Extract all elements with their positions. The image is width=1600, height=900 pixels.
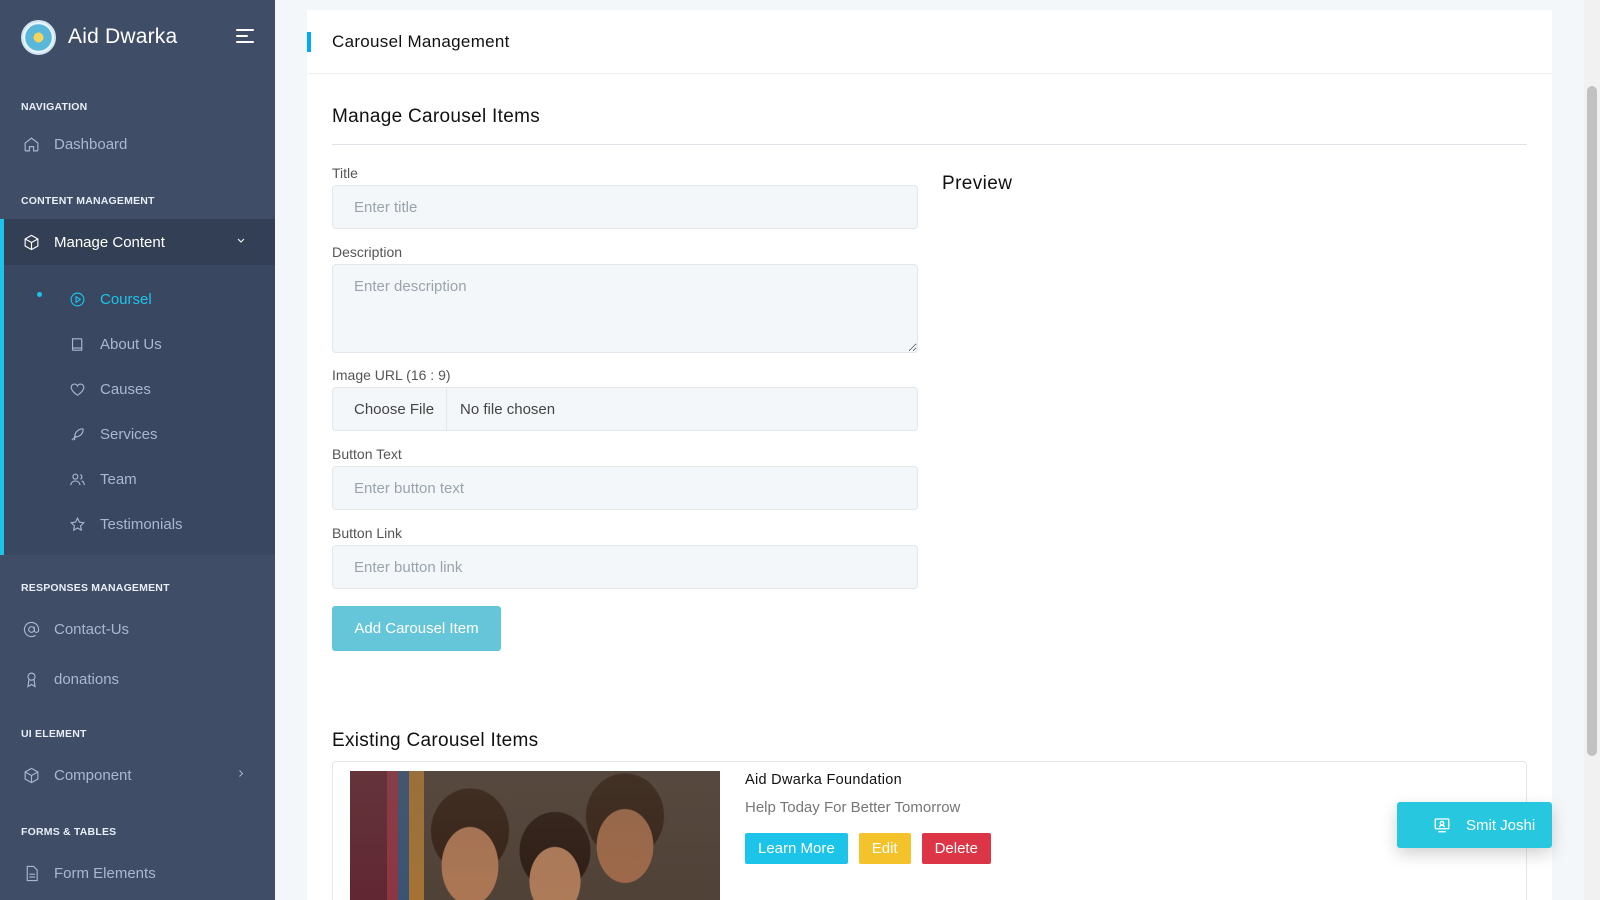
sidebar-item-label: Contact-Us [54,620,130,638]
sidebar-item-manage-content[interactable]: Manage Content [4,219,275,265]
learn-more-button[interactable]: Learn More [745,833,848,864]
sidebar-item-component[interactable]: Component [0,752,275,798]
sidebar-item-label: Services [100,426,158,443]
brand-logo [21,19,56,55]
book-icon [69,336,87,354]
sidebar-item-team[interactable]: Team [4,457,275,502]
title-input[interactable] [332,185,918,229]
description-textarea[interactable] [332,264,918,353]
sidebar-item-contact-us[interactable]: Contact-Us [0,606,275,652]
sidebar-item-coursel[interactable]: Coursel [4,277,275,322]
chevron-down-icon [235,234,247,251]
user-chip[interactable]: Smit Joshi [1397,802,1552,848]
nav-caption-ui-element: UI ELEMENT [21,728,87,740]
file-text-icon [22,864,40,882]
description-label: Description [332,244,403,260]
star-icon [69,516,87,534]
sidebar-item-label: Coursel [100,291,152,308]
carousel-item-title: Aid Dwarka Foundation [745,772,903,788]
carousel-item-card: Aid Dwarka Foundation Help Today For Bet… [332,761,1527,900]
image-file-input[interactable]: Choose File No file chosen [332,387,918,431]
button-text-label: Button Text [332,446,402,462]
chevron-right-icon [235,767,247,784]
scrollbar[interactable] [1584,0,1600,900]
carousel-management-card: Carousel Management Manage Carousel Item… [307,10,1552,900]
button-link-input[interactable] [332,545,918,589]
button-text-input[interactable] [332,466,918,510]
active-dot [37,292,42,297]
sidebar-item-label: About Us [100,336,162,353]
menu-toggle-icon[interactable] [236,29,254,43]
delete-button[interactable]: Delete [921,833,991,864]
preview-title: Preview [942,173,1013,194]
sidebar-item-label: Form Elements [54,864,156,882]
sidebar-item-testimonials[interactable]: Testimonials [4,502,275,547]
at-sign-icon [22,620,40,638]
sidebar-item-label: Manage Content [54,233,165,251]
box-icon [22,766,40,784]
section-title: Manage Carousel Items [332,106,541,127]
sidebar-item-donations[interactable]: donations [0,656,275,702]
existing-items-title: Existing Carousel Items [332,730,539,751]
carousel-item-description: Help Today For Better Tomorrow [745,799,961,816]
sidebar-item-label: donations [54,670,120,688]
brand[interactable]: Aid Dwarka [0,0,275,74]
sidebar-item-label: Causes [100,381,151,398]
divider [332,144,1527,145]
image-url-label: Image URL (16 : 9) [332,367,451,383]
sidebar-item-form-elements[interactable]: Form Elements [0,850,275,896]
button-link-label: Button Link [332,525,403,541]
sidebar-item-about-us[interactable]: About Us [4,322,275,367]
heart-icon [69,381,87,399]
brand-name: Aid Dwarka [68,25,178,48]
manage-content-group: Manage Content Coursel About Us Causes S… [0,219,275,555]
sidebar-item-causes[interactable]: Causes [4,367,275,412]
sidebar-item-label: Dashboard [54,135,128,153]
nav-caption-content-management: CONTENT MANAGEMENT [21,195,155,207]
sidebar-item-label: Team [100,471,137,488]
card-header: Carousel Management [307,10,1552,74]
box-icon [22,233,40,251]
sidebar-item-services[interactable]: Services [4,412,275,457]
add-carousel-item-button[interactable]: Add Carousel Item [332,606,501,651]
award-icon [22,670,40,688]
sidebar-item-label: Component [54,766,132,784]
choose-file-button[interactable]: Choose File [333,388,448,430]
file-status: No file chosen [460,400,556,418]
carousel-item-image [350,771,720,900]
play-circle-icon [69,291,87,309]
carousel-item-actions: Learn More Edit Delete [745,833,991,864]
users-icon [69,471,87,489]
user-name: Smit Joshi [1466,816,1536,834]
monitor-user-icon [1433,816,1451,834]
title-label: Title [332,165,358,181]
nav-caption-forms-tables: FORMS & TABLES [21,826,117,838]
sidebar: Aid Dwarka NAVIGATION Dashboard CONTENT … [0,0,275,900]
nav-caption-responses-management: RESPONSES MANAGEMENT [21,582,170,594]
carousel-form: Title Description Image URL (16 : 9) Cho… [332,165,918,651]
feather-icon [69,426,87,444]
edit-button[interactable]: Edit [858,833,911,864]
nav-caption-navigation: NAVIGATION [21,101,88,113]
scrollbar-thumb[interactable] [1587,86,1597,756]
home-icon [22,135,40,153]
sidebar-item-dashboard[interactable]: Dashboard [0,121,275,167]
sidebar-item-label: Testimonials [100,516,183,533]
page-title: Carousel Management [332,31,510,51]
